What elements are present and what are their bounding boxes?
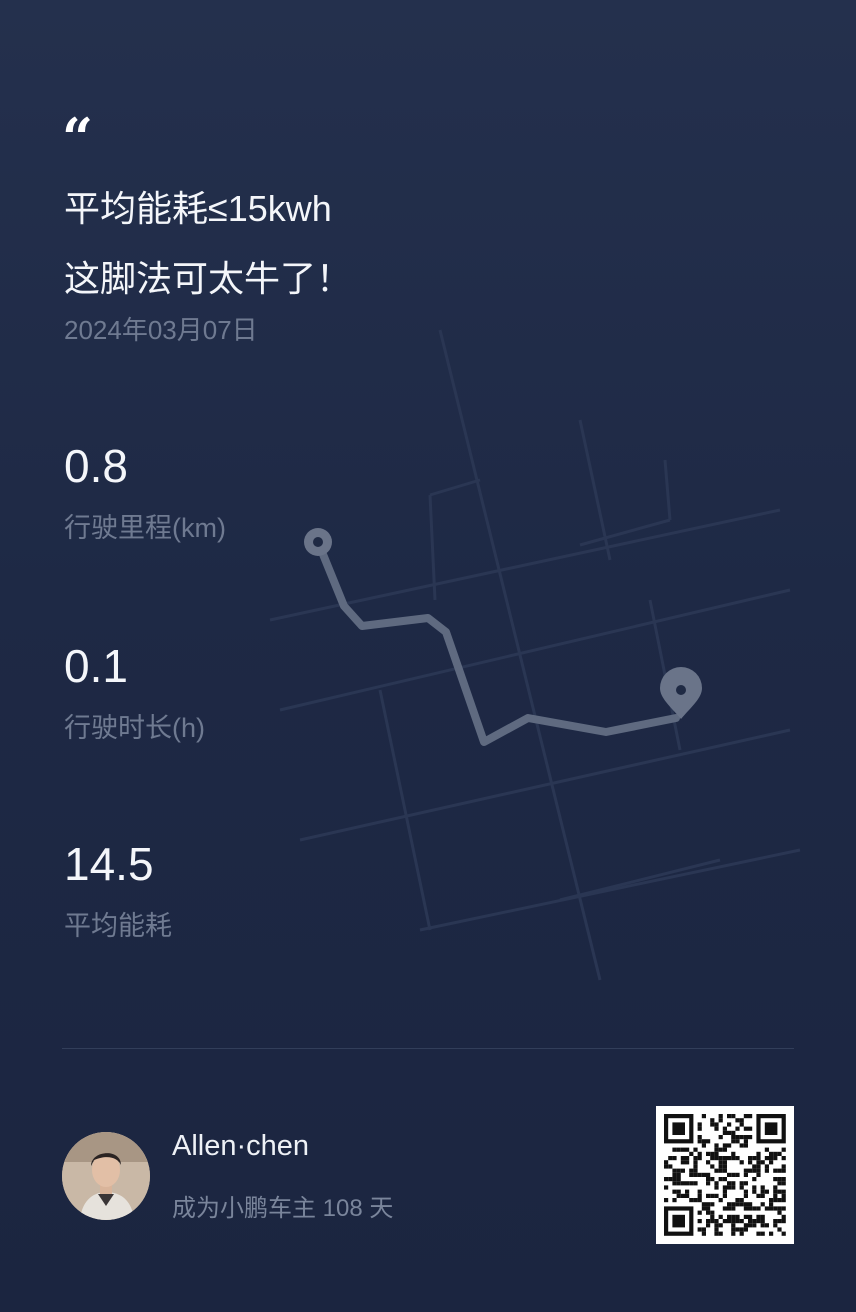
trip-date: 2024年03月07日: [64, 315, 258, 345]
route-end-pin-icon: [660, 667, 702, 719]
qr-code-pattern: [664, 1114, 786, 1236]
stat-distance-value: 0.8: [64, 440, 128, 492]
avatar[interactable]: [62, 1132, 150, 1220]
qr-code-icon[interactable]: [656, 1106, 794, 1244]
stat-energy: 14.5 平均能耗: [64, 838, 172, 943]
map-streets: [269, 329, 801, 981]
stat-energy-label: 平均能耗: [64, 911, 172, 941]
quote-icon: “: [62, 108, 94, 158]
stat-distance-label: 行驶里程(km): [64, 513, 226, 543]
avatar-image: [62, 1132, 150, 1220]
user-name[interactable]: Allen·chen: [172, 1130, 309, 1163]
headline-line-1: 平均能耗≤15kwh: [64, 188, 332, 229]
stat-duration: 0.1 行驶时长(h): [64, 640, 205, 745]
stat-distance: 0.8 行驶里程(km): [64, 440, 226, 545]
route-start-pin-icon: [304, 528, 332, 556]
divider: [62, 1048, 794, 1049]
headline-line-2: 这脚法可太牛了！: [64, 258, 353, 299]
stat-duration-value: 0.1: [64, 640, 128, 692]
stat-energy-value: 14.5: [64, 838, 154, 890]
stat-duration-label: 行驶时长(h): [64, 713, 205, 743]
ownership-days: 成为小鹏车主 108 天: [172, 1195, 394, 1222]
headline: 平均能耗≤15kwh 这脚法可太牛了！: [64, 174, 352, 314]
trip-share-card: “ 平均能耗≤15kwh 这脚法可太牛了！ 2024年03月07日 0.8 行驶…: [0, 0, 856, 1312]
